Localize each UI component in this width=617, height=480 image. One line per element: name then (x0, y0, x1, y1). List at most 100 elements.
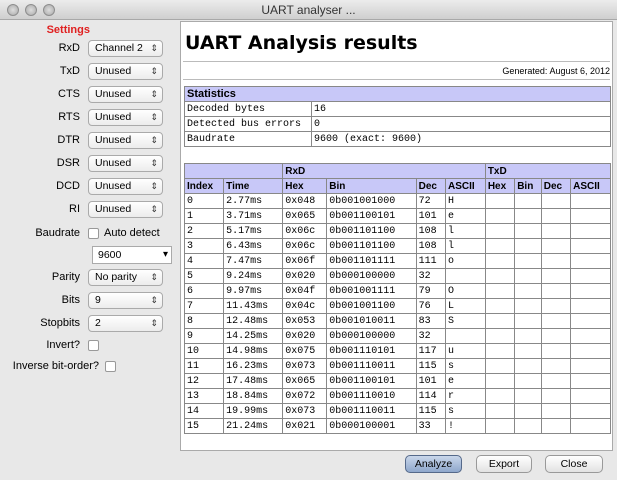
table-cell: 9 (183, 328, 225, 344)
stopbits-select[interactable]: 2 (88, 314, 163, 332)
signal-row-dtr: DTR Unused (0, 130, 180, 150)
empty-group-header (183, 163, 284, 179)
table-cell (514, 298, 542, 314)
signal-label: RxD (58, 42, 80, 54)
table-cell: 115 (415, 403, 446, 419)
table-cell (540, 193, 572, 209)
analyze-button[interactable]: Analyze (405, 455, 462, 473)
report-panel[interactable]: UART Analysis results Generated: August … (180, 21, 613, 451)
signal-select-rxd[interactable]: Channel 2 (88, 39, 163, 57)
table-cell: s (444, 403, 486, 419)
signal-row-txd: TxD Unused (0, 61, 180, 81)
table-cell (570, 373, 611, 389)
table-cell: 108 (415, 223, 446, 239)
export-button[interactable]: Export (476, 455, 532, 473)
parity-select[interactable]: No parity (88, 268, 163, 286)
table-cell: 76 (415, 298, 446, 314)
table-cell (570, 298, 611, 314)
table-cell (570, 268, 611, 284)
table-cell: 0x020 (282, 268, 328, 284)
table-cell: 111 (415, 253, 446, 269)
baudrate-combo[interactable]: 9600 (92, 246, 172, 264)
table-cell: l (444, 223, 486, 239)
table-cell (514, 418, 542, 434)
table-cell (514, 373, 542, 389)
table-cell (570, 328, 611, 344)
table-cell: 0b000100001 (326, 418, 417, 434)
close-button[interactable]: Close (545, 455, 603, 473)
invert-checkbox[interactable] (88, 339, 99, 351)
signal-select-cts[interactable]: Unused (88, 85, 163, 103)
table-cell: s (444, 358, 486, 374)
table-cell: 101 (415, 373, 446, 389)
table-cell: 114 (415, 388, 446, 404)
table-cell (570, 238, 611, 254)
table-cell (570, 283, 611, 299)
table-cell: 0x053 (282, 313, 328, 329)
table-cell: r (444, 388, 486, 404)
table-cell (484, 223, 516, 239)
table-cell (570, 343, 611, 359)
table-cell: 17.48ms (223, 373, 284, 389)
signal-label: TxD (59, 65, 80, 77)
table-cell: o (444, 253, 486, 269)
table-cell (484, 298, 516, 314)
signal-select-dsr[interactable]: Unused (88, 154, 163, 172)
statistic-label: Detected bus errors (184, 116, 312, 132)
table-cell: 0b001001000 (326, 193, 417, 209)
table-cell (514, 358, 542, 374)
zoom-window-button[interactable] (43, 4, 55, 16)
table-cell: 14 (183, 403, 225, 419)
table-cell: 0x06c (282, 223, 328, 239)
parity-row: Parity No parity (0, 267, 180, 287)
signal-select-dcd[interactable]: Unused (88, 177, 163, 195)
table-cell: u (444, 343, 486, 359)
table-row: 3 6.43ms 0x06c 0b001101100 108 l (183, 238, 611, 254)
signal-select-rts[interactable]: Unused (88, 108, 163, 126)
statistics-heading: Statistics (184, 86, 611, 102)
table-cell (484, 208, 516, 224)
table-cell (540, 208, 572, 224)
inverse-bit-order-checkbox[interactable] (105, 360, 116, 372)
table-cell: 79 (415, 283, 446, 299)
table-cell: H (444, 193, 486, 209)
signal-select-ri[interactable]: Unused (88, 200, 163, 218)
table-cell (484, 388, 516, 404)
bits-row: Bits 9 (0, 290, 180, 310)
statistic-label: Baudrate (184, 131, 312, 147)
table-cell (514, 268, 542, 284)
signal-select-dtr[interactable]: Unused (88, 131, 163, 149)
table-cell: l (444, 238, 486, 254)
invert-label: Invert? (46, 339, 80, 351)
table-cell (514, 193, 542, 209)
table-cell: 117 (415, 343, 446, 359)
column-header: Bin (326, 178, 417, 194)
signal-select-txd[interactable]: Unused (88, 62, 163, 80)
table-cell: 3.71ms (223, 208, 284, 224)
column-header: Dec (415, 178, 446, 194)
signal-label: CTS (58, 88, 80, 100)
table-cell (514, 313, 542, 329)
rxd-group-header: RxD (282, 163, 486, 179)
table-cell: 8 (183, 313, 225, 329)
bits-select[interactable]: 9 (88, 291, 163, 309)
close-window-button[interactable] (7, 4, 19, 16)
table-cell: 33 (415, 418, 446, 434)
settings-heading: Settings (46, 24, 90, 36)
table-cell: 0x06f (282, 253, 328, 269)
table-cell: 7.47ms (223, 253, 284, 269)
auto-detect-checkbox[interactable] (88, 227, 99, 239)
statistics-row: Baudrate 9600 (exact: 9600) (184, 131, 611, 147)
table-cell: 2 (183, 223, 225, 239)
table-cell (540, 403, 572, 419)
table-cell (514, 253, 542, 269)
table-row: 8 12.48ms 0x053 0b001010011 83 S (183, 313, 611, 329)
minimize-window-button[interactable] (25, 4, 37, 16)
table-cell: 0x065 (282, 208, 328, 224)
table-cell: O (444, 283, 486, 299)
table-cell: 0b001101111 (326, 253, 417, 269)
statistic-value: 9600 (exact: 9600) (311, 131, 611, 147)
title-bar: UART analyser ... (0, 0, 617, 20)
table-cell: 1 (183, 208, 225, 224)
statistics-row: Detected bus errors 0 (184, 116, 611, 132)
